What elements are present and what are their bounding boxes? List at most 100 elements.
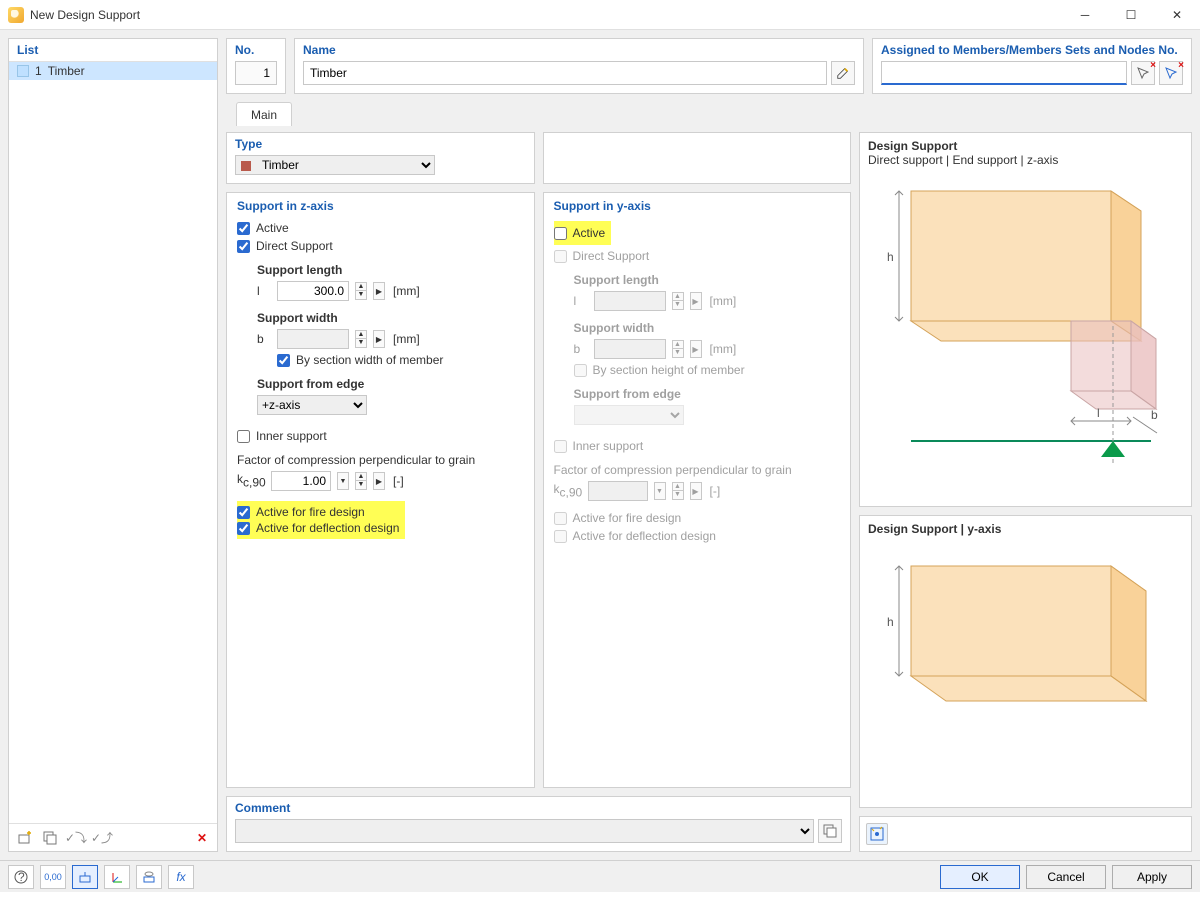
copy-item-button[interactable] bbox=[39, 827, 61, 849]
pick-arrow-icon bbox=[1164, 66, 1178, 80]
svg-text:h: h bbox=[887, 615, 894, 629]
z-length-spinner[interactable]: ▲▼ bbox=[355, 282, 367, 300]
y-active-check[interactable]: Active bbox=[554, 226, 606, 240]
support-y-header: Support in y-axis bbox=[554, 199, 841, 213]
minimize-button[interactable]: ─ bbox=[1062, 0, 1108, 29]
z-inner-check[interactable]: Inner support bbox=[237, 429, 524, 443]
svg-text:b: b bbox=[1151, 408, 1158, 422]
name-input[interactable] bbox=[303, 61, 827, 85]
z-edge-header: Support from edge bbox=[257, 377, 524, 391]
view2-button[interactable] bbox=[104, 865, 130, 889]
comment-copy-button[interactable] bbox=[818, 819, 842, 843]
preview-z-title: Design Support bbox=[868, 139, 1183, 153]
y-factor-header: Factor of compression perpendicular to g… bbox=[554, 463, 841, 477]
z-by-section-check[interactable]: By section width of member bbox=[257, 353, 524, 367]
config-button[interactable] bbox=[866, 823, 888, 845]
app-icon bbox=[8, 7, 24, 23]
bottom-bar: ? 0,00 fx OK Cancel Apply bbox=[0, 860, 1200, 892]
view3-icon bbox=[142, 870, 156, 884]
fx-button[interactable]: fx bbox=[168, 865, 194, 889]
assigned-input[interactable] bbox=[881, 61, 1127, 85]
z-length-play[interactable]: ▶ bbox=[373, 282, 385, 300]
y-edge-header: Support from edge bbox=[574, 387, 841, 401]
z-width-header: Support width bbox=[257, 311, 524, 325]
y-width-header: Support width bbox=[574, 321, 841, 335]
preview-y-title: Design Support | y-axis bbox=[868, 522, 1183, 536]
support-z-header: Support in z-axis bbox=[237, 199, 524, 213]
z-edge-select[interactable]: +z-axis bbox=[257, 395, 367, 415]
comment-box: Comment bbox=[226, 796, 851, 852]
tab-main[interactable]: Main bbox=[236, 102, 292, 126]
list-item[interactable]: 1 Timber bbox=[9, 62, 217, 80]
z-deflection-check[interactable]: Active for deflection design bbox=[237, 521, 399, 535]
cancel-button[interactable]: Cancel bbox=[1026, 865, 1106, 889]
svg-text:h: h bbox=[887, 250, 894, 264]
y-factor-symbol: kc,90 bbox=[554, 482, 582, 499]
pick-arrow-icon bbox=[1136, 66, 1150, 80]
units-icon: 0,00 bbox=[44, 872, 62, 882]
list-panel: List 1 Timber ✓⤵ ✓⤴ ✕ bbox=[8, 38, 218, 852]
name-header: Name bbox=[303, 43, 855, 57]
help-button[interactable]: ? bbox=[8, 865, 34, 889]
number-input[interactable] bbox=[235, 61, 277, 85]
z-width-spinner: ▲▼ bbox=[355, 330, 367, 348]
z-factor-spinner[interactable]: ▲▼ bbox=[355, 472, 367, 490]
z-factor-dd[interactable]: ▼ bbox=[337, 472, 349, 490]
name-edit-button[interactable] bbox=[831, 61, 855, 85]
z-factor-input[interactable] bbox=[271, 471, 331, 491]
view3-button[interactable] bbox=[136, 865, 162, 889]
comment-header: Comment bbox=[235, 801, 842, 815]
z-length-input[interactable] bbox=[277, 281, 349, 301]
y-factor-input bbox=[588, 481, 648, 501]
assigned-header: Assigned to Members/Members Sets and Nod… bbox=[881, 43, 1183, 57]
comment-input[interactable] bbox=[235, 819, 814, 843]
y-length-header: Support length bbox=[574, 273, 841, 287]
list-item-id: 1 bbox=[35, 64, 42, 78]
preview-y-canvas: h bbox=[868, 536, 1183, 736]
ok-button[interactable]: OK bbox=[940, 865, 1020, 889]
y-inner-check: Inner support bbox=[554, 439, 841, 453]
assigned-box: Assigned to Members/Members Sets and Nod… bbox=[872, 38, 1192, 94]
type-spacer-box bbox=[543, 132, 852, 184]
z-fire-check[interactable]: Active for fire design bbox=[237, 505, 399, 519]
apply-button[interactable]: Apply bbox=[1112, 865, 1192, 889]
z-width-input bbox=[277, 329, 349, 349]
pencil-icon bbox=[836, 66, 850, 80]
close-button[interactable]: ✕ bbox=[1154, 0, 1200, 29]
preview-y-svg: h bbox=[881, 536, 1171, 736]
view1-button[interactable] bbox=[72, 865, 98, 889]
delete-item-button[interactable]: ✕ bbox=[191, 827, 213, 849]
svg-text:?: ? bbox=[18, 870, 25, 884]
maximize-button[interactable]: ☐ bbox=[1108, 0, 1154, 29]
z-factor-symbol: kc,90 bbox=[237, 472, 265, 489]
type-header: Type bbox=[235, 137, 526, 151]
preview-z-svg: h l b bbox=[881, 171, 1171, 491]
z-length-header: Support length bbox=[257, 263, 524, 277]
y-factor-play: ▶ bbox=[690, 482, 702, 500]
z-direct-check[interactable]: Direct Support bbox=[237, 239, 524, 253]
svg-text:l: l bbox=[1097, 406, 1100, 420]
z-factor-header: Factor of compression perpendicular to g… bbox=[237, 453, 524, 467]
units-button[interactable]: 0,00 bbox=[40, 865, 66, 889]
y-length-unit: [mm] bbox=[710, 294, 737, 308]
assigned-pick-button[interactable]: × bbox=[1131, 61, 1155, 85]
z-factor-play[interactable]: ▶ bbox=[373, 472, 385, 490]
z-active-check[interactable]: Active bbox=[237, 221, 524, 235]
type-select[interactable]: Timber bbox=[235, 155, 435, 175]
z-factor-unit: [-] bbox=[393, 474, 404, 488]
new-item-button[interactable] bbox=[13, 827, 35, 849]
z-width-symbol: b bbox=[257, 332, 271, 346]
type-box: Type Timber bbox=[226, 132, 535, 184]
window-title: New Design Support bbox=[30, 8, 1062, 22]
assigned-pick2-button[interactable]: × bbox=[1159, 61, 1183, 85]
y-width-symbol: b bbox=[574, 342, 588, 356]
include-button[interactable]: ✓⤵ bbox=[65, 827, 87, 849]
type-swatch bbox=[241, 161, 251, 171]
y-edge-select bbox=[574, 405, 684, 425]
exclude-button[interactable]: ✓⤴ bbox=[91, 827, 113, 849]
copy-icon bbox=[823, 824, 837, 838]
y-length-symbol: l bbox=[574, 294, 588, 308]
y-by-section-check: By section height of member bbox=[574, 363, 841, 377]
list-item-swatch bbox=[17, 65, 29, 77]
y-factor-dd: ▼ bbox=[654, 482, 666, 500]
